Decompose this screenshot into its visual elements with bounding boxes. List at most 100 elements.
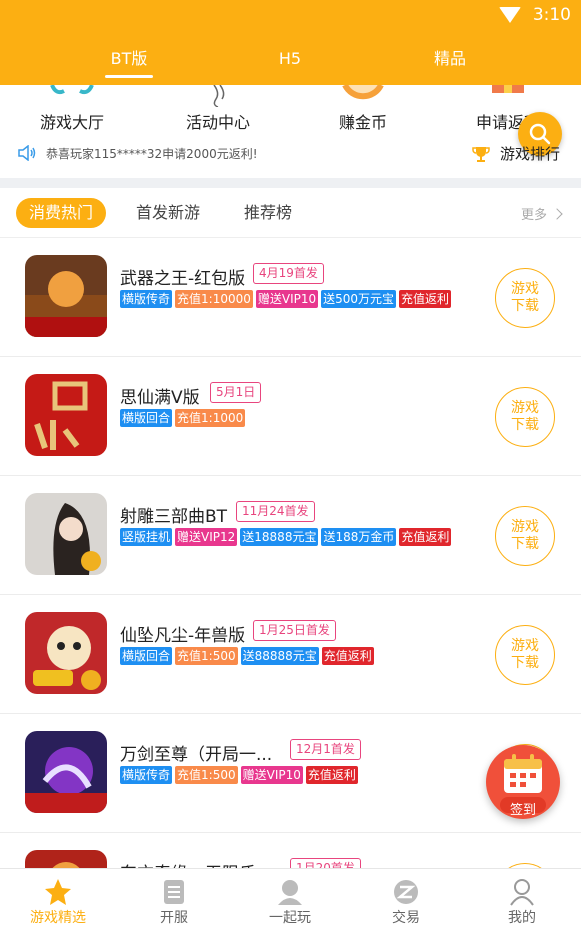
tab-premium[interactable]: 精品 <box>428 44 472 78</box>
game-tag: 横版传奇 <box>120 290 173 308</box>
tab-h5[interactable]: H5 <box>270 44 310 78</box>
download-button[interactable]: 游戏下载 <box>495 625 555 685</box>
community-icon <box>232 877 348 907</box>
nav-label: 一起玩 <box>269 910 311 926</box>
release-date-badge: 5月1日 <box>210 382 262 403</box>
download-button[interactable]: 游戏下载 <box>495 268 555 328</box>
game-tags: 竖版挂机 赠送VIP12 送18888元宝 送188万金币 充值返利 <box>120 528 454 546</box>
game-name: 射雕三部曲BT <box>120 507 228 527</box>
nav-trade[interactable]: 交易 <box>348 869 464 930</box>
nav-server[interactable]: 开服 <box>116 869 232 930</box>
wifi-icon <box>498 7 521 23</box>
game-tags: 横版回合 充值1:500 送88888元宝 充值返利 <box>120 647 377 665</box>
release-date-badge: 1月25日首发 <box>253 620 336 641</box>
download-label: 游戏 <box>511 519 539 535</box>
game-tags: 横版回合 充值1:1000 <box>120 409 248 427</box>
game-row[interactable]: 仙坠凡尘-年兽版 1月25日首发 横版回合 充值1:500 送88888元宝 充… <box>0 595 581 714</box>
game-icon <box>25 374 107 456</box>
download-label: 下载 <box>511 417 539 433</box>
tab-recommended[interactable]: 推荐榜 <box>244 198 292 228</box>
game-row[interactable]: 武器之王-红包版 4月19首发 横版传奇 充值1:10000 赠送VIP10 送… <box>0 238 581 357</box>
sign-in-label: 签到 <box>509 803 536 818</box>
game-name: 仙坠凡尘-年兽版 <box>120 626 246 646</box>
game-tags: 横版传奇 充值1:500 赠送VIP10 充值返利 <box>120 766 361 784</box>
game-tag: 充值返利 <box>399 290 452 308</box>
game-tag: 送500万元宝 <box>321 290 397 308</box>
release-date-badge: 4月19首发 <box>253 263 324 284</box>
nav-profile[interactable]: 我的 <box>464 869 580 930</box>
game-tag: 充值1:10000 <box>175 290 253 308</box>
tab-new-release[interactable]: 首发新游 <box>136 198 200 228</box>
ranking-link[interactable]: 游戏排行 <box>472 143 560 164</box>
download-label: 下载 <box>511 536 539 552</box>
game-tag: 横版回合 <box>120 647 173 665</box>
activity-icon <box>158 85 278 108</box>
game-tag: 送88888元宝 <box>240 647 319 665</box>
game-row[interactable]: 思仙满V版 5月1日 横版回合 充值1:1000 游戏 下载 <box>0 357 581 476</box>
more-label: 更多 <box>520 208 547 223</box>
game-row[interactable]: 射雕三部曲BT 11月24首发 竖版挂机 赠送VIP12 送18888元宝 送1… <box>0 476 581 595</box>
quick-item-game-hall[interactable]: 游戏大厅 <box>12 85 132 133</box>
game-tag: 充值返利 <box>305 766 358 784</box>
game-icon <box>25 255 107 337</box>
trophy-icon <box>472 146 490 162</box>
notice-text: 恭喜玩家115*****32申请2000元返利! <box>46 147 258 161</box>
app-header: 3:10 BT版 H5 精品 <box>0 0 581 85</box>
download-button[interactable]: 游戏下载 <box>495 387 555 447</box>
trade-icon <box>348 877 464 907</box>
game-tag: 充值1:1000 <box>175 409 246 427</box>
coin-icon <box>303 85 423 107</box>
release-date-badge: 11月24首发 <box>236 501 315 522</box>
section-divider <box>0 178 581 188</box>
speaker-icon <box>18 145 36 161</box>
nav-label: 我的 <box>508 910 536 926</box>
quick-item-label: 游戏大厅 <box>39 113 104 132</box>
server-list-icon <box>116 877 232 907</box>
game-tag: 充值返利 <box>399 528 452 546</box>
game-tag: 竖版挂机 <box>120 528 173 546</box>
game-tag: 赠送VIP12 <box>175 528 238 546</box>
nav-featured[interactable]: 游戏精选 <box>0 869 116 930</box>
game-tag: 送18888元宝 <box>240 528 319 546</box>
gamepad-icon <box>12 85 132 107</box>
notice-bar: 恭喜玩家115*****32申请2000元返利! 游戏排行 <box>0 140 581 168</box>
game-tag: 赠送VIP10 <box>240 766 303 784</box>
game-tag: 送188万金币 <box>321 528 397 546</box>
game-icon <box>25 731 107 813</box>
download-label: 游戏 <box>511 638 539 654</box>
tab-bt[interactable]: BT版 <box>105 44 153 78</box>
more-link[interactable]: 更多 <box>520 204 563 223</box>
game-tag: 赠送VIP10 <box>255 290 319 308</box>
release-date-badge: 12月1首发 <box>290 739 361 760</box>
quick-menu: 游戏大厅 活动中心 赚金币 申请返利 <box>0 85 581 135</box>
quick-item-activity[interactable]: 活动中心 <box>158 85 278 133</box>
quick-item-label: 活动中心 <box>185 113 250 132</box>
game-tags: 横版传奇 充值1:10000 赠送VIP10 送500万元宝 充值返利 <box>120 290 454 308</box>
quick-item-label: 赚金币 <box>338 113 387 132</box>
game-name: 万剑至尊（开局一... <box>120 745 273 765</box>
download-label: 游戏 <box>511 281 539 297</box>
gift-icon <box>448 85 568 107</box>
star-icon <box>0 877 116 907</box>
game-tag: 充值1:500 <box>175 766 238 784</box>
nav-play-together[interactable]: 一起玩 <box>232 869 348 930</box>
bottom-nav: 游戏精选 开服 一起玩 交易 我的 <box>0 868 581 930</box>
game-tag: 横版回合 <box>120 409 173 427</box>
ranking-label: 游戏排行 <box>500 145 561 163</box>
game-icon <box>25 850 107 868</box>
download-button[interactable]: 游戏下载 <box>495 506 555 566</box>
game-tag: 充值返利 <box>321 647 374 665</box>
nav-label: 交易 <box>392 910 420 926</box>
game-name: 东方奇缘：无限氏... <box>120 859 272 868</box>
game-icon <box>25 493 107 575</box>
sign-in-button[interactable]: 签到 <box>486 745 560 819</box>
category-tab-bar: 消费热门 首发新游 推荐榜 更多 <box>0 188 581 238</box>
game-name: 思仙满V版 <box>120 388 200 408</box>
tab-hot-spending[interactable]: 消费热门 <box>16 198 107 228</box>
game-tag: 横版传奇 <box>120 766 173 784</box>
status-bar: 3:10 <box>498 4 571 26</box>
download-label: 下载 <box>511 655 539 671</box>
game-icon <box>25 612 107 694</box>
game-row[interactable]: 东方奇缘：无限氏... 1月20首发 游戏下载 <box>0 833 581 868</box>
quick-item-earn-coins[interactable]: 赚金币 <box>303 85 423 133</box>
